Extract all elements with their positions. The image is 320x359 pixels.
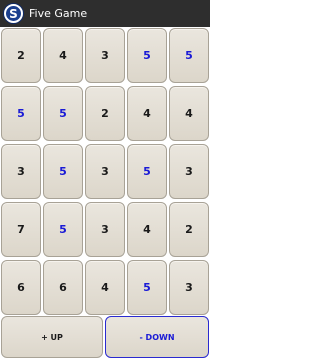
grid-tile[interactable]: 4	[85, 260, 125, 315]
title-bar: S Five Game	[0, 0, 210, 27]
mode-controls: + UP - DOWN	[0, 316, 210, 358]
grid-tile[interactable]: 4	[169, 86, 209, 141]
grid-tile[interactable]: 5	[127, 260, 167, 315]
grid-tile[interactable]: 5	[1, 86, 41, 141]
grid-tile[interactable]: 3	[169, 260, 209, 315]
grid-tile[interactable]: 2	[1, 28, 41, 83]
up-button[interactable]: + UP	[1, 316, 103, 358]
grid-tile[interactable]: 4	[43, 28, 83, 83]
grid-tile[interactable]: 2	[169, 202, 209, 257]
grid-tile[interactable]: 5	[43, 144, 83, 199]
grid-tile[interactable]: 5	[127, 144, 167, 199]
app-logo-icon: S	[4, 4, 23, 23]
grid-tile[interactable]: 3	[1, 144, 41, 199]
grid-tile[interactable]: 5	[127, 28, 167, 83]
down-button[interactable]: - DOWN	[105, 316, 209, 358]
grid-tile[interactable]: 6	[1, 260, 41, 315]
grid-tile[interactable]: 4	[127, 202, 167, 257]
grid-tile[interactable]: 4	[127, 86, 167, 141]
number-grid: 2 4 3 5 5 5 5 2 4 4 3 5 3 5 3 7 5 3 4 2 …	[0, 28, 211, 315]
grid-tile[interactable]: 6	[43, 260, 83, 315]
grid-tile[interactable]: 2	[85, 86, 125, 141]
app-title: Five Game	[29, 7, 88, 20]
grid-tile[interactable]: 5	[43, 86, 83, 141]
grid-tile[interactable]: 3	[85, 144, 125, 199]
grid-tile[interactable]: 5	[169, 28, 209, 83]
grid-tile[interactable]: 5	[43, 202, 83, 257]
grid-tile[interactable]: 3	[85, 28, 125, 83]
grid-tile[interactable]: 3	[169, 144, 209, 199]
grid-tile[interactable]: 7	[1, 202, 41, 257]
grid-tile[interactable]: 3	[85, 202, 125, 257]
